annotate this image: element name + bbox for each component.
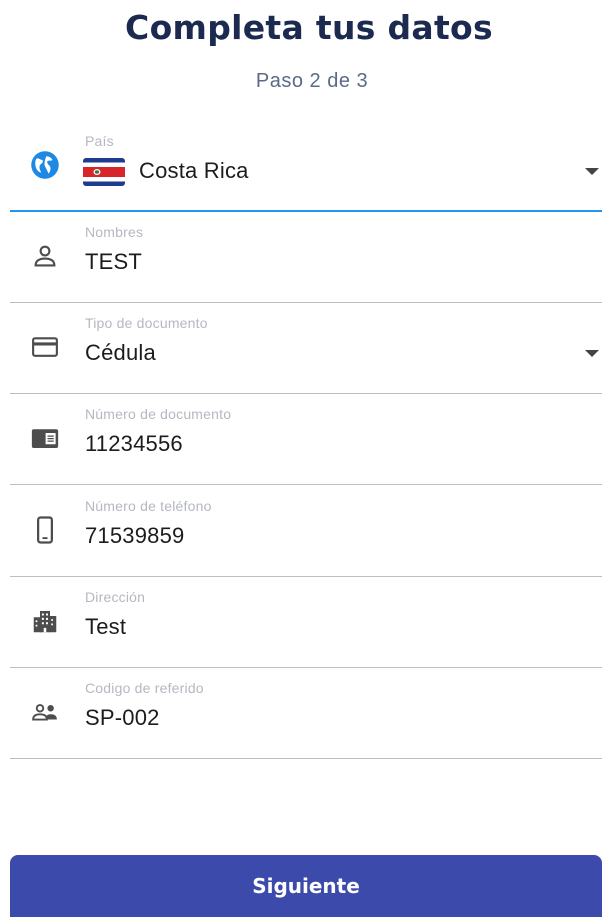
document-number-value: 11234556 — [85, 431, 183, 456]
building-icon — [30, 606, 60, 636]
referral-code-field[interactable]: Codigo de referido SP-002 — [10, 671, 602, 759]
names-value: TEST — [85, 249, 143, 274]
step-indicator: Paso 2 de 3 — [255, 70, 369, 92]
document-type-select[interactable]: Tipo de documento Cédula — [10, 306, 602, 394]
chevron-down-icon[interactable] — [585, 350, 599, 357]
person-icon — [30, 241, 60, 271]
address-field[interactable]: Dirección Test — [10, 580, 602, 668]
phone-value: 71539859 — [85, 523, 185, 548]
address-value: Test — [85, 614, 127, 639]
document-type-label: Tipo de documento — [85, 315, 208, 331]
address-label: Dirección — [85, 589, 146, 605]
document-type-value: Cédula — [85, 340, 156, 365]
credit-card-icon — [30, 332, 60, 362]
people-icon — [30, 697, 60, 727]
phone-icon — [30, 515, 60, 545]
names-field[interactable]: Nombres TEST — [10, 215, 602, 303]
country-select[interactable]: País Costa Rica — [10, 124, 602, 212]
country-label: País — [85, 133, 114, 149]
phone-field[interactable]: Número de teléfono 71539859 — [10, 489, 602, 577]
chevron-down-icon[interactable] — [585, 168, 599, 175]
costa-rica-flag-icon — [83, 158, 125, 186]
referral-code-value: SP-002 — [85, 705, 160, 730]
document-number-label: Número de documento — [85, 406, 232, 422]
country-value: Costa Rica — [139, 158, 249, 183]
names-label: Nombres — [85, 224, 144, 240]
page-title: Completa tus datos — [125, 8, 493, 47]
id-card-icon — [30, 423, 60, 453]
next-button[interactable]: Siguiente — [10, 855, 602, 917]
phone-label: Número de teléfono — [85, 498, 212, 514]
referral-code-label: Codigo de referido — [85, 680, 204, 696]
document-number-field[interactable]: Número de documento 11234556 — [10, 397, 602, 485]
globe-icon — [30, 150, 60, 180]
